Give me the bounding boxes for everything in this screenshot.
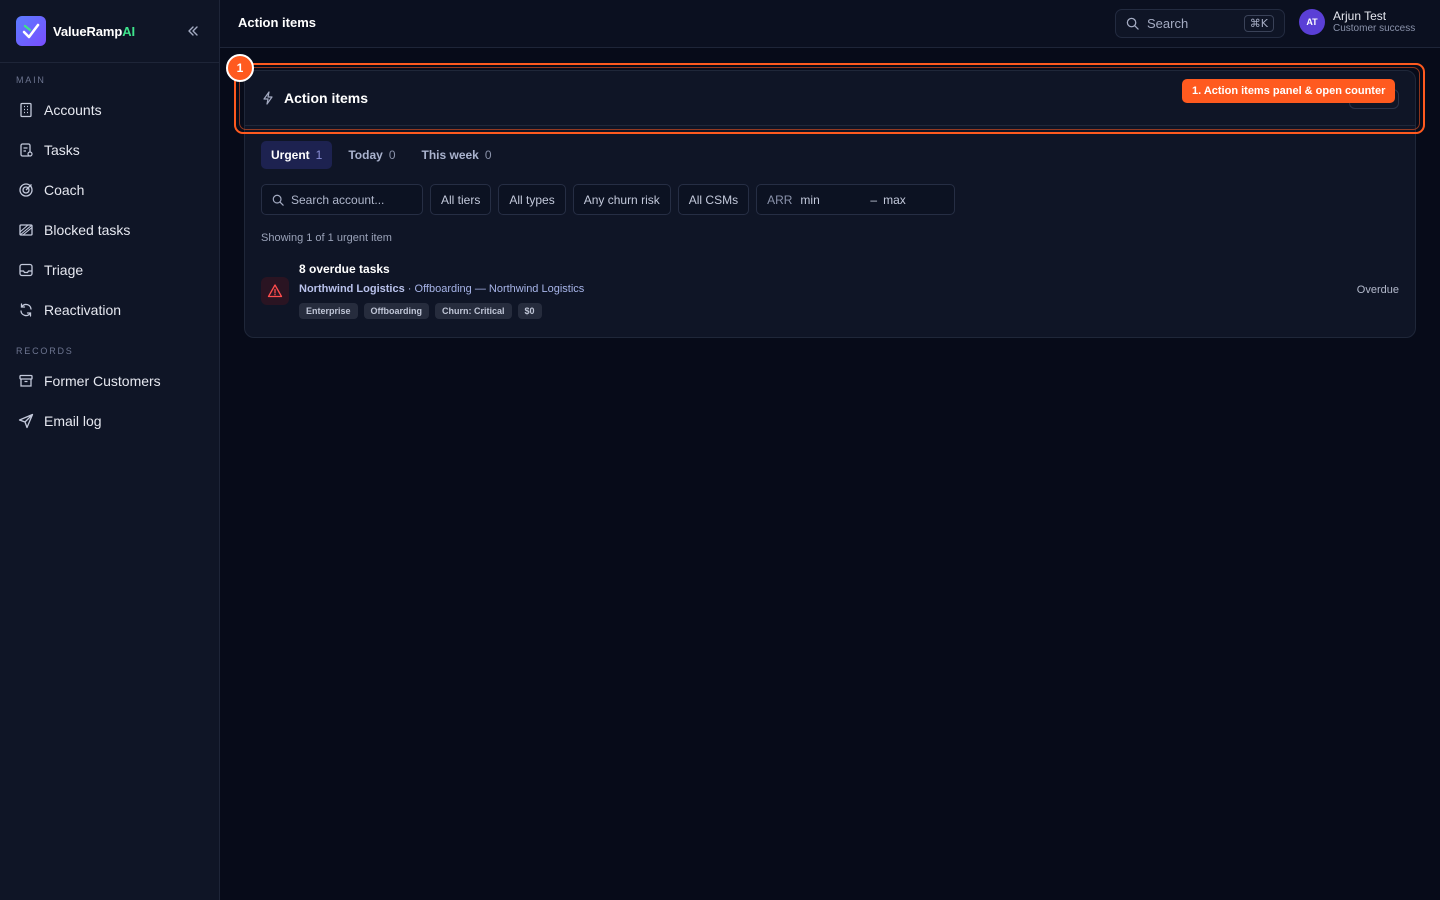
arr-max-input[interactable]: max [883,193,906,207]
sidebar-item-blocked-tasks[interactable]: Blocked tasks [0,210,219,250]
list-item[interactable]: 8 overdue tasks Northwind Logistics · Of… [261,261,1399,321]
chip-tier: Enterprise [299,303,358,319]
sidebar-item-reactivation[interactable]: Reactivation [0,290,219,330]
brand-bar: ValueRampAI [0,0,219,63]
chip-arr: $0 [517,303,542,319]
chevrons-left-icon [188,26,198,36]
blocked-icon [17,221,35,239]
status-label: Overdue [1356,284,1399,296]
sidebar-item-label: Reactivation [44,302,122,318]
target-icon [17,181,35,199]
section-label-records: RECORDS [16,346,74,356]
search-icon [1126,17,1139,30]
arr-label: ARR [767,192,793,207]
sidebar-item-label: Triage [44,262,84,278]
chip-churn: Churn: Critical [435,303,512,319]
csm-filter[interactable]: All CSMs [677,184,750,215]
type-filter[interactable]: All types [498,184,566,215]
warning-icon [261,277,289,305]
logo-icon [16,16,46,46]
search-shortcut: ⌘K [1243,15,1274,32]
account-search-input[interactable]: Search account... [261,184,423,215]
arr-range-filter: ARR min – max [756,184,956,215]
tab-urgent[interactable]: Urgent 1 [261,141,333,169]
top-bar: Action items Search ⌘K AT Arjun Test Cus… [220,0,1440,48]
sidebar-item-label: Former Customers [44,373,161,389]
page-title: Action items [238,15,317,30]
brand-name: ValueRampAI [53,23,135,39]
archive-icon [17,372,35,390]
annotation-number-badge: 1 [226,54,254,82]
search-icon [272,194,284,206]
sidebar-item-label: Blocked tasks [44,222,131,238]
inbox-icon [17,261,35,279]
sidebar-item-tasks[interactable]: Tasks [0,130,219,170]
chip-type: Offboarding [363,303,430,319]
user-role: Customer success [1333,23,1416,34]
item-subtitle: Northwind Logistics · Offboarding — Nort… [299,283,585,295]
tier-filter[interactable]: All tiers [430,184,492,215]
tab-today[interactable]: Today 0 [338,141,405,169]
account-link[interactable]: Northwind Logistics [299,283,405,295]
churn-risk-filter[interactable]: Any churn risk [572,184,671,215]
collapse-sidebar-button[interactable] [183,21,203,41]
sidebar-item-label: Coach [44,182,85,198]
sidebar-item-label: Accounts [44,102,102,118]
sidebar-item-label: Tasks [44,142,80,158]
arr-separator: – [870,192,878,207]
user-name: Arjun Test [1333,9,1387,23]
chip-row: Enterprise Offboarding Churn: Critical $… [299,303,542,319]
sidebar-item-triage[interactable]: Triage [0,250,219,290]
tab-this-week[interactable]: This week 0 [412,141,502,169]
filter-bar: Search account... All tiers All types An… [261,184,956,215]
arr-min-input[interactable]: min [800,193,862,207]
sidebar-item-coach[interactable]: Coach [0,170,219,210]
user-menu[interactable]: AT Arjun Test Customer success [1299,9,1415,35]
clipboard-icon [17,141,35,159]
sidebar-item-accounts[interactable]: Accounts [0,90,219,130]
building-icon [17,101,35,119]
annotation-callout: 1. Action items panel & open counter [1182,79,1396,103]
sidebar-item-email-log[interactable]: Email log [0,401,219,441]
search-label: Search [1147,16,1189,31]
send-icon [17,412,35,430]
global-search[interactable]: Search ⌘K [1115,9,1285,38]
sidebar-item-former-customers[interactable]: Former Customers [0,361,219,401]
result-count: Showing 1 of 1 urgent item [261,232,392,244]
refresh-icon [17,301,35,319]
section-label-main: MAIN [16,75,46,85]
sidebar-item-label: Email log [44,413,102,429]
tab-bar: Urgent 1 Today 0 This week 0 [261,141,502,169]
avatar: AT [1299,9,1325,35]
item-title: 8 overdue tasks [299,262,390,276]
sidebar: ValueRampAI MAIN Accounts Tasks Coach Bl… [0,0,220,900]
